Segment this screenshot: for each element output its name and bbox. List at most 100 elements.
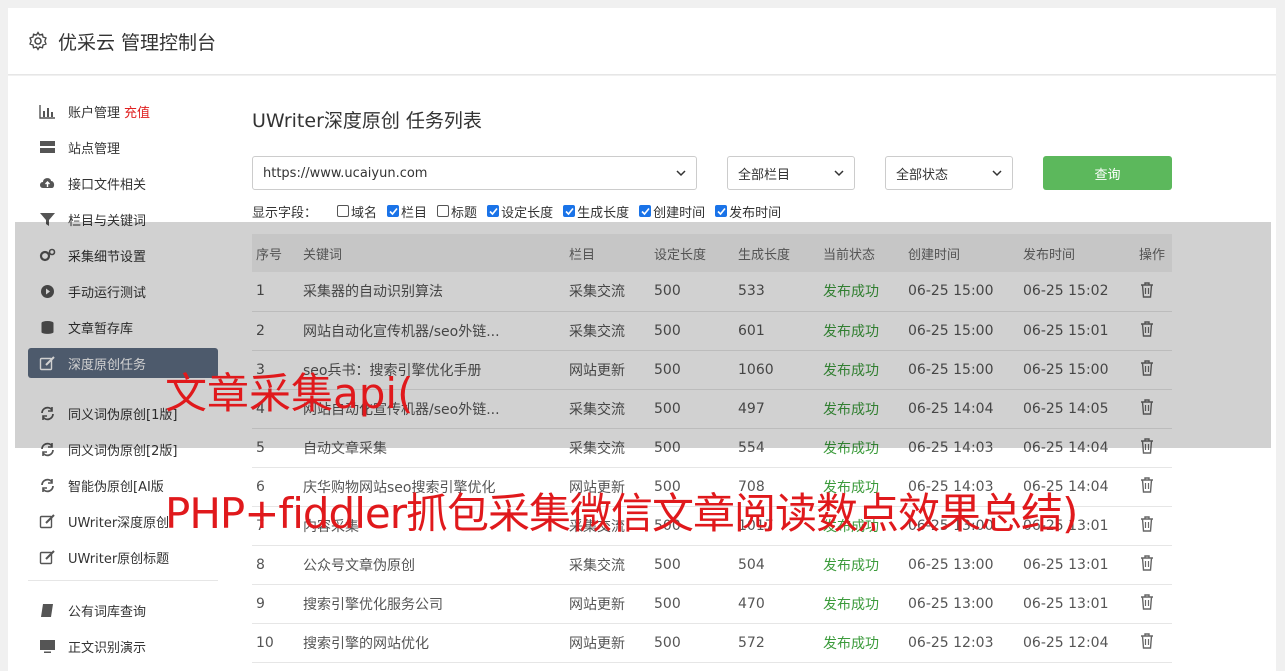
bar-chart-icon (39, 103, 56, 120)
field-checkbox-label: 栏目 (401, 205, 428, 221)
sidebar-item-label: 接口文件相关 (68, 177, 147, 193)
status-select[interactable]: 全部状态 (885, 156, 1013, 190)
table-row: 8 公众号文章伪原创 采集交流 500 504 发布成功 06-25 13:00 06-25 … (252, 545, 1172, 585)
checked-icon (715, 205, 728, 217)
table-cell: 10 (252, 623, 299, 663)
sidebar-item[interactable]: 正文识别演示 (28, 631, 218, 661)
column-select-value: 全部栏目 (738, 167, 791, 183)
app-title: 优采云 管理控制台 (58, 31, 217, 54)
table-cell: 500 (650, 545, 734, 585)
field-checkbox-label: 标题 (451, 205, 478, 221)
checked-icon (387, 205, 400, 217)
delete-action-cell (1135, 623, 1172, 663)
table-cell: 06-25 12:03 (904, 623, 1019, 663)
field-checkbox-label: 生成长度 (577, 205, 630, 221)
table-cell: 发布成功 (819, 623, 904, 663)
table-cell: 06-25 13:01 (1019, 545, 1135, 585)
sidebar-item-label: 账户管理 (68, 105, 121, 121)
field-checkbox-label: 域名 (351, 205, 378, 221)
checked-icon (639, 205, 652, 217)
cloud-upload-icon (39, 175, 56, 192)
sidebar-item[interactable]: 站点管理 (28, 132, 218, 162)
book-icon (39, 602, 56, 619)
table-cell: 搜索引擎的网站优化 (299, 623, 565, 663)
sidebar-item[interactable]: 接口文件相关 (28, 168, 218, 198)
sidebar-item-label: 正文识别演示 (68, 640, 147, 656)
table-cell: 06-25 12:04 (1019, 623, 1135, 663)
sidebar-item-label: 公有词库查询 (68, 604, 147, 620)
sidebar-item[interactable]: 账户管理 充值 (28, 96, 218, 126)
table-cell: 网站更新 (565, 584, 650, 624)
column-select[interactable]: 全部栏目 (727, 156, 855, 190)
chevron-down-icon (992, 170, 1002, 177)
trash-icon[interactable] (1139, 515, 1155, 532)
checked-icon (563, 205, 576, 217)
watermark-line-1: 文章采集api( (165, 369, 414, 418)
trash-icon[interactable] (1139, 593, 1155, 610)
chevron-down-icon (834, 170, 844, 177)
checked-icon (487, 205, 500, 217)
sidebar-item-label: 站点管理 (68, 141, 121, 157)
table-row: 9 搜索引擎优化服务公司 网站更新 500 470 发布成功 06-25 13:00 06-2… (252, 584, 1172, 624)
unchecked-icon (437, 205, 450, 217)
chevron-down-icon (676, 170, 686, 177)
table-cell: 06-25 13:00 (904, 545, 1019, 585)
field-checkbox[interactable]: 创建时间 (639, 202, 705, 221)
field-checkbox[interactable]: 生成长度 (563, 202, 629, 221)
table-cell: 470 (734, 584, 819, 624)
table-cell: 504 (734, 545, 819, 585)
edit-icon (39, 513, 56, 530)
field-checkbox-label: 创建时间 (653, 205, 706, 221)
table-row: 10 搜索引擎的网站优化 网站更新 500 572 发布成功 06-25 12:03 06-2… (252, 623, 1172, 663)
recharge-link[interactable]: 充值 (124, 102, 150, 121)
sidebar-divider (28, 580, 218, 581)
trash-icon[interactable] (1139, 476, 1155, 493)
unchecked-icon (337, 205, 350, 217)
site-select-value: https://www.ucaiyun.com (263, 165, 428, 181)
table-cell: 公众号文章伪原创 (299, 545, 565, 585)
field-checkbox-label: 发布时间 (729, 205, 782, 221)
sidebar-item-label: 智能伪原创[AI版 (68, 479, 164, 495)
table-cell: 9 (252, 584, 299, 624)
field-checkbox[interactable]: 域名 (337, 202, 377, 221)
refresh-icon (39, 477, 56, 494)
query-button[interactable]: 查询 (1043, 156, 1172, 190)
edit-icon (39, 549, 56, 566)
delete-action-cell (1135, 545, 1172, 585)
sidebar-item-label: UWriter原创标题 (68, 551, 170, 567)
app-header: 优采云 管理控制台 (8, 8, 1276, 75)
table-cell: 8 (252, 545, 299, 585)
table-cell: 06-25 13:01 (1019, 584, 1135, 624)
trash-icon[interactable] (1139, 632, 1155, 649)
server-icon (39, 139, 56, 156)
gear-icon (29, 31, 47, 51)
site-select[interactable]: https://www.ucaiyun.com (252, 156, 697, 190)
delete-action-cell (1135, 506, 1172, 546)
filter-bar: https://www.ucaiyun.com 全部栏目 全部状态 查询 (252, 156, 1172, 190)
table-cell: 发布成功 (819, 545, 904, 585)
fields-label: 显示字段： (252, 205, 318, 221)
table-cell: 采集交流 (565, 545, 650, 585)
field-checkbox[interactable]: 栏目 (387, 202, 427, 221)
monitor-icon (39, 638, 56, 655)
display-fields: 显示字段： 域名 栏目 标题 设定长度 生成长度 创建时间 发布时间 (252, 202, 1172, 221)
sidebar-item-label: UWriter深度原创 (68, 515, 170, 531)
table-cell: 网站更新 (565, 623, 650, 663)
status-select-value: 全部状态 (896, 167, 949, 183)
sidebar-item[interactable]: 公有词库查询 (28, 595, 218, 625)
sidebar-item[interactable]: UWriter原创标题 (28, 542, 218, 572)
table-cell: 572 (734, 623, 819, 663)
trash-icon[interactable] (1139, 554, 1155, 571)
delete-action-cell (1135, 467, 1172, 507)
table-cell: 发布成功 (819, 584, 904, 624)
table-cell: 06-25 13:00 (904, 584, 1019, 624)
page-title: UWriter深度原创 任务列表 (252, 110, 482, 132)
field-checkbox[interactable]: 设定长度 (487, 202, 553, 221)
field-checkbox-label: 设定长度 (501, 205, 554, 221)
delete-action-cell (1135, 584, 1172, 624)
table-cell: 搜索引擎优化服务公司 (299, 584, 565, 624)
table-cell: 500 (650, 623, 734, 663)
field-checkbox[interactable]: 标题 (437, 202, 477, 221)
field-checkbox[interactable]: 发布时间 (715, 202, 781, 221)
watermark-line-2: PHP+fiddler抓包采集微信文章阅读数点效果总结) (165, 489, 1078, 538)
